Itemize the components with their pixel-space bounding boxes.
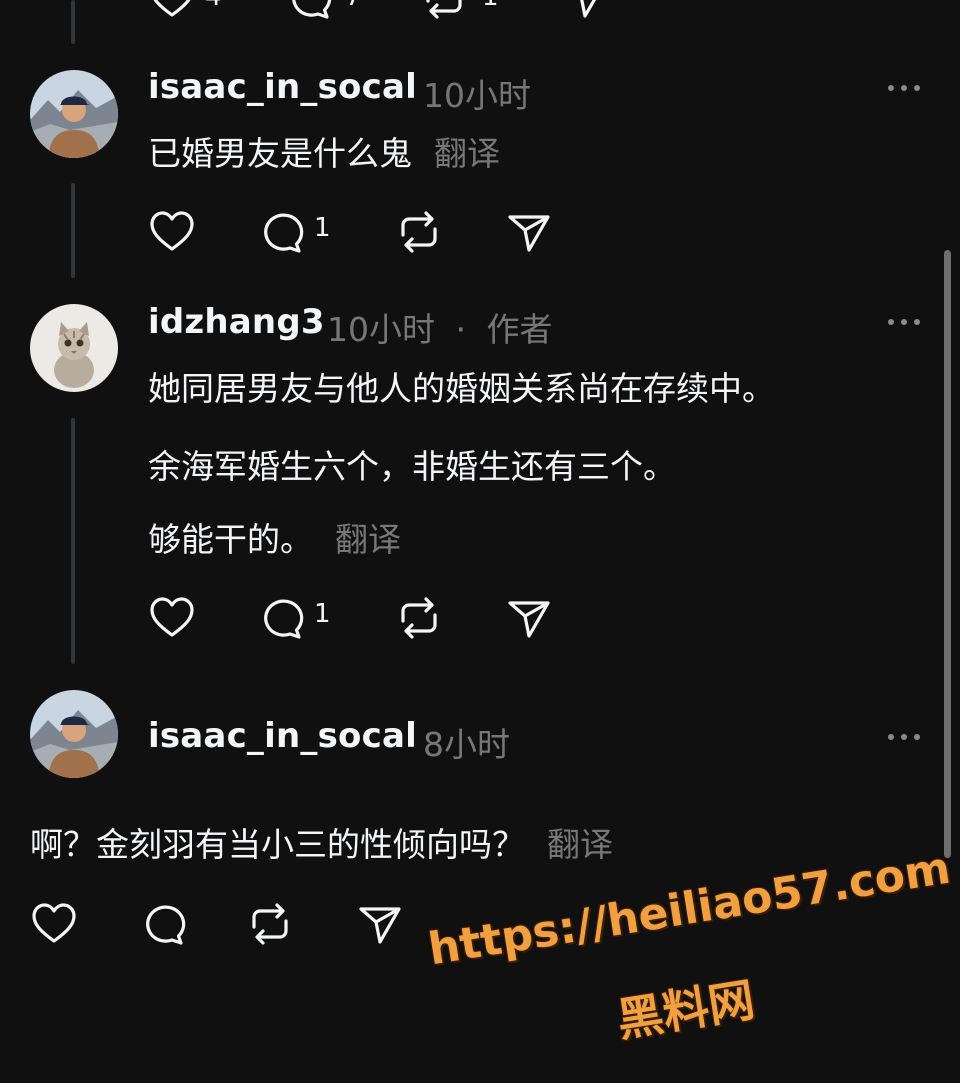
comment-icon bbox=[146, 905, 186, 945]
avatar-isaac[interactable] bbox=[30, 70, 118, 158]
comment-1-time: 10小时 bbox=[423, 76, 531, 115]
repost-icon bbox=[401, 597, 437, 639]
comment-3-like-button[interactable] bbox=[30, 900, 78, 948]
comment-3-more-button[interactable] bbox=[888, 732, 924, 742]
reply-count-previous: 7 bbox=[345, 0, 362, 12]
thread-line-comment-2 bbox=[71, 418, 75, 664]
comment-2-meta: 10小时 · 作者 bbox=[327, 303, 553, 351]
heart-icon bbox=[153, 0, 191, 17]
comment-1-reply-count: 1 bbox=[314, 213, 331, 243]
share-icon bbox=[359, 907, 401, 944]
comment-2-line-3: 够能干的。 bbox=[148, 520, 313, 559]
comment-button-previous[interactable] bbox=[285, 0, 333, 22]
cat-photo-icon bbox=[30, 304, 118, 392]
avatar-idzhang3[interactable] bbox=[30, 304, 118, 392]
comment-3-text: 啊？金刻羽有当小三的性倾向吗？ 翻译 bbox=[30, 818, 613, 866]
comment-3-translate-link[interactable]: 翻译 bbox=[547, 825, 613, 864]
repost-icon bbox=[401, 211, 437, 253]
comment-2-line-2: 余海军婚生六个，非婚生还有三个。 bbox=[148, 447, 676, 486]
comment-3-username[interactable]: isaac_in_socal bbox=[148, 716, 417, 756]
comment-2-author-badge: 作者 bbox=[486, 310, 553, 349]
user-photo-icon bbox=[30, 690, 118, 778]
comment-1-line-1: 已婚男友是什么鬼 bbox=[148, 134, 412, 173]
comment-2-time: 10小时 bbox=[327, 310, 435, 349]
scrollbar[interactable] bbox=[944, 250, 951, 858]
repost-icon bbox=[252, 903, 288, 945]
avatar-isaac-2[interactable] bbox=[30, 690, 118, 778]
comment-3-repost-button[interactable] bbox=[246, 900, 294, 948]
share-button-previous[interactable] bbox=[560, 0, 608, 22]
comment-3-line-1: 啊？金刻羽有当小三的性倾向吗？ bbox=[30, 825, 525, 864]
heart-icon bbox=[150, 597, 194, 637]
user-photo-icon bbox=[30, 70, 118, 158]
comment-2-reply-button[interactable] bbox=[257, 594, 305, 642]
repost-count-previous: 1 bbox=[482, 0, 499, 12]
comment-1-reply-button[interactable] bbox=[257, 208, 305, 256]
comment-1-share-button[interactable] bbox=[504, 208, 552, 256]
heart-icon bbox=[32, 903, 76, 943]
comment-2-repost-button[interactable] bbox=[395, 594, 443, 642]
comment-2-translate-link[interactable]: 翻译 bbox=[335, 520, 401, 559]
comment-1-username[interactable]: isaac_in_socal bbox=[148, 67, 417, 107]
comment-2-share-button[interactable] bbox=[504, 594, 552, 642]
thread-line-top bbox=[71, 0, 75, 44]
comment-icon bbox=[264, 213, 304, 253]
comment-2-reply-count: 1 bbox=[314, 599, 331, 629]
comment-3-share-button[interactable] bbox=[355, 900, 403, 948]
heart-icon bbox=[150, 211, 194, 251]
share-icon bbox=[508, 215, 550, 252]
share-icon bbox=[580, 0, 597, 18]
comment-2-line-1: 她同居男友与他人的婚姻关系尚在存续中。 bbox=[148, 369, 775, 408]
comment-1-translate-link[interactable]: 翻译 bbox=[434, 134, 500, 173]
comment-icon bbox=[292, 0, 332, 19]
comment-3-reply-button[interactable] bbox=[139, 900, 187, 948]
share-icon bbox=[508, 601, 550, 638]
comment-1-text: 已婚男友是什么鬼 翻译 bbox=[148, 127, 500, 175]
comment-icon bbox=[264, 599, 304, 639]
thread-line-comment-1 bbox=[71, 183, 75, 278]
repost-icon bbox=[426, 0, 462, 19]
like-count-previous: 4 bbox=[205, 0, 222, 12]
repost-button-previous[interactable] bbox=[420, 0, 468, 22]
comment-2-username[interactable]: idzhang3 bbox=[148, 302, 325, 342]
like-button-previous[interactable] bbox=[148, 0, 196, 22]
comment-2-separator: · bbox=[455, 310, 467, 349]
comment-2-more-button[interactable] bbox=[888, 317, 924, 327]
comment-1-more-button[interactable] bbox=[888, 83, 924, 93]
comment-2-like-button[interactable] bbox=[148, 594, 196, 642]
comment-1-like-button[interactable] bbox=[148, 208, 196, 256]
watermark-name: 黑料网 bbox=[613, 972, 759, 1048]
comment-3-time: 8小时 bbox=[423, 725, 510, 764]
comment-1-repost-button[interactable] bbox=[395, 208, 443, 256]
comment-2-line-3-wrap: 够能干的。 翻译 bbox=[148, 513, 401, 561]
